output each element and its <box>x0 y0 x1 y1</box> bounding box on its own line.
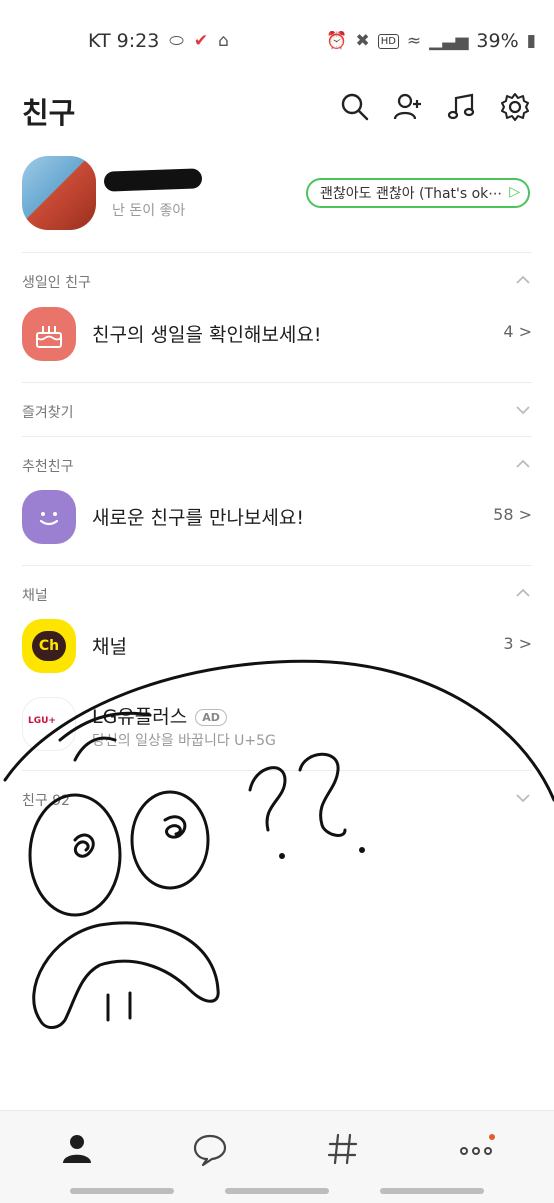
carrier-time: KT 9:23 <box>88 30 160 52</box>
section-label-favorites: 즐겨찾기 <box>22 405 74 421</box>
bottom-tab-bar <box>0 1110 554 1203</box>
chevron-up-icon[interactable] <box>514 458 532 470</box>
status-right: ⏰ ✖ HD ≈ ▁▃▅ 39% ▮ <box>326 30 536 52</box>
chats-tab-icon[interactable] <box>190 1129 230 1169</box>
profile-music-title: 괜찮아도 괜찮아 (That's ok⋯ <box>320 186 503 202</box>
channel-row[interactable]: Ch 채널 3 > <box>0 612 554 682</box>
add-friend-icon[interactable] <box>393 92 423 122</box>
chevron-down-icon[interactable] <box>514 792 532 804</box>
channel-count: 3 > <box>503 634 532 653</box>
section-label-channel: 채널 <box>22 588 48 604</box>
status-bar: KT 9:23 ⬭ ✔ ⌂ ⏰ ✖ HD ≈ ▁▃▅ 39% ▮ <box>0 0 554 80</box>
profile-music-button[interactable]: 괜찮아도 괜찮아 (That's ok⋯ ▷ <box>306 178 530 208</box>
hd-badge: HD <box>377 33 399 49</box>
more-tab-icon[interactable] <box>456 1129 496 1169</box>
section-label-recommended: 추천친구 <box>22 459 74 475</box>
music-icon[interactable] <box>447 92 477 122</box>
nav-indicator <box>380 1188 484 1194</box>
my-profile[interactable]: 난 돈이 좋아 괜찮아도 괜찮아 (That's ok⋯ ▷ <box>0 150 554 240</box>
chevron-up-icon[interactable] <box>514 587 532 599</box>
nav-indicator <box>225 1188 329 1194</box>
channel-logo-icon: Ch <box>22 619 76 673</box>
recommended-row[interactable]: 새로운 친구를 만나보세요! 58 > <box>0 483 554 553</box>
pill-icon: ⬭ <box>169 31 184 51</box>
recommended-count: 58 > <box>493 505 532 524</box>
battery-icon: ▮ <box>526 31 536 51</box>
signal-icon: ▁▃▅ <box>429 31 469 51</box>
divider <box>22 565 532 566</box>
section-label-birthday: 생일인 친구 <box>22 275 91 291</box>
divider <box>22 770 532 771</box>
recommended-text: 새로운 친구를 만나보세요! <box>92 507 304 529</box>
battery-percent: 39% <box>476 30 519 52</box>
check-icon: ✔ <box>193 31 209 51</box>
birthday-text: 친구의 생일을 확인해보세요! <box>92 324 322 346</box>
ad-row[interactable]: LGU+ LG유플러스 AD 당신의 일상을 바꿉니다 U+5G <box>0 690 554 760</box>
avatar[interactable] <box>22 156 96 230</box>
cake-icon: ⌂ <box>218 31 229 51</box>
channel-text: 채널 <box>92 636 127 658</box>
friends-tab-icon[interactable] <box>57 1129 97 1169</box>
ad-subtitle: 당신의 일상을 바꿉니다 U+5G <box>92 733 276 749</box>
birthday-count: 4 > <box>503 322 532 341</box>
profile-status-message: 난 돈이 좋아 <box>112 203 186 219</box>
hashtag-tab-icon[interactable] <box>323 1129 363 1169</box>
chevron-down-icon[interactable] <box>514 404 532 416</box>
status-left: KT 9:23 ⬭ ✔ ⌂ <box>88 30 229 52</box>
nav-indicator <box>70 1188 174 1194</box>
divider <box>22 436 532 437</box>
lg-uplus-logo: LGU+ <box>22 697 76 751</box>
search-icon[interactable] <box>340 92 370 122</box>
settings-icon[interactable] <box>500 92 530 122</box>
ad-name: LG유플러스 <box>92 706 188 728</box>
divider <box>22 252 532 253</box>
channel-logo: Ch <box>32 631 66 661</box>
birthday-row[interactable]: 친구의 생일을 확인해보세요! 4 > <box>0 300 554 370</box>
ad-name-line: LG유플러스 AD <box>92 702 227 729</box>
section-label-friends: 친구 92 <box>22 793 71 809</box>
birthday-cake-icon <box>22 307 76 361</box>
chevron-up-icon[interactable] <box>514 274 532 286</box>
wifi-icon: ≈ <box>406 31 422 51</box>
divider <box>22 382 532 383</box>
app-header: 친구 <box>0 80 554 140</box>
ad-badge: AD <box>195 709 227 726</box>
redacted-name <box>103 168 203 192</box>
smile-icon <box>22 490 76 544</box>
page-title: 친구 <box>22 96 76 130</box>
mute-icon: ✖ <box>355 31 370 51</box>
alarm-icon: ⏰ <box>326 31 348 51</box>
play-icon: ▷ <box>509 184 520 200</box>
